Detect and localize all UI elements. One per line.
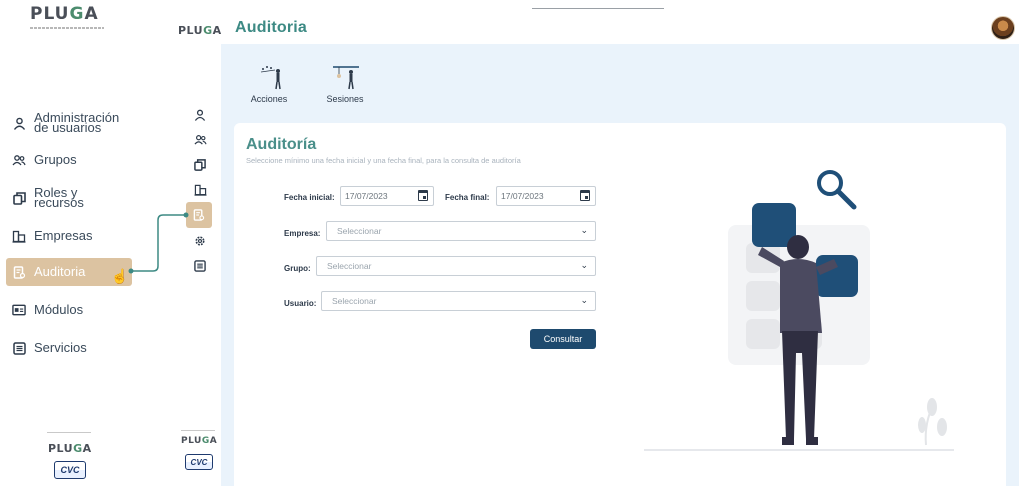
cvc-logo-rail: CVC	[185, 454, 213, 470]
sesiones-illustration-icon	[325, 64, 365, 90]
consultar-button[interactable]: Consultar	[530, 329, 596, 349]
chevron-down-icon: ⌄	[580, 295, 588, 305]
tab-sesiones[interactable]: Sesiones	[322, 64, 368, 104]
fecha-inicial-label: Fecha inicial:	[284, 193, 335, 202]
chevron-down-icon: ⌄	[580, 225, 588, 235]
chevron-down-icon: ⌄	[580, 260, 588, 270]
tab-label: Sesiones	[326, 94, 364, 104]
cvc-logo: CVC	[54, 461, 86, 479]
fecha-final-field[interactable]: 17/07/2023	[496, 186, 596, 206]
pluga-logo-rail-footer: PLUGA	[181, 436, 218, 446]
pluga-logo-footer: PLUGA	[48, 442, 92, 455]
audit-card: Auditoría Seleccione mínimo una fecha in…	[234, 123, 1006, 486]
app-root: PLUGA PLUGA Auditoria Administración de u…	[0, 0, 1024, 486]
fecha-final-label: Fecha final:	[445, 193, 490, 202]
card-title: Auditoría	[246, 136, 317, 153]
divider	[181, 430, 215, 431]
tab-label: Acciones	[250, 94, 288, 104]
calendar-icon[interactable]	[580, 190, 590, 201]
fecha-inicial-value: 17/07/2023	[345, 191, 388, 201]
empresa-select[interactable]: Seleccionar ⌄	[326, 221, 596, 241]
grupo-select[interactable]: Seleccionar ⌄	[316, 256, 596, 276]
tab-bar: Acciones Sesiones	[246, 64, 368, 104]
acciones-illustration-icon	[249, 64, 289, 90]
usuario-label: Usuario:	[284, 299, 317, 308]
fecha-inicial-field[interactable]: 17/07/2023	[340, 186, 434, 206]
grupo-placeholder: Seleccionar	[327, 261, 372, 271]
usuario-select[interactable]: Seleccionar ⌄	[321, 291, 596, 311]
audit-illustration	[644, 170, 954, 451]
card-subtitle: Seleccione mínimo una fecha inicial y un…	[246, 156, 521, 165]
divider	[47, 432, 91, 433]
fecha-final-value: 17/07/2023	[501, 191, 544, 201]
tab-acciones[interactable]: Acciones	[246, 64, 292, 104]
empresa-label: Empresa:	[284, 229, 321, 238]
grupo-label: Grupo:	[284, 264, 311, 273]
calendar-icon[interactable]	[418, 190, 428, 201]
usuario-placeholder: Seleccionar	[332, 296, 377, 306]
empresa-placeholder: Seleccionar	[337, 226, 382, 236]
